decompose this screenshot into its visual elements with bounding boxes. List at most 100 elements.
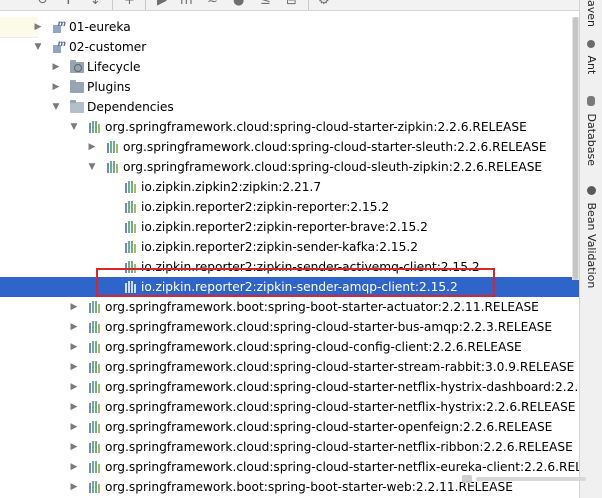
tree-scrollbar-thumb[interactable] — [573, 17, 578, 280]
tab-bean-validation[interactable]: Bean Validation — [582, 186, 600, 288]
dependency-row[interactable]: ▶ org.springframework.boot:spring-boot-st… — [0, 297, 580, 317]
expand-arrow-icon[interactable]: ▶ — [51, 57, 61, 77]
dependency-row[interactable]: io.zipkin.zipkin2:zipkin:2.21.7 — [0, 177, 580, 197]
library-icon — [124, 180, 138, 194]
expand-arrow-icon[interactable]: ▶ — [69, 477, 79, 497]
dependency-row[interactable]: ▶ org.springframework.cloud:spring-cloud-… — [0, 377, 580, 397]
dependency-row[interactable]: ▶ org.springframework.cloud:spring-cloud-… — [0, 417, 580, 437]
expand-arrow-icon[interactable]: ▶ — [69, 357, 79, 377]
tree-item-label: 02-customer — [69, 40, 147, 54]
module-row[interactable]: ▼ m 02-customer — [0, 37, 580, 57]
tree-item-label: 01-eureka — [69, 20, 131, 34]
library-icon — [88, 460, 102, 474]
library-icon — [88, 360, 102, 374]
tree-item-label: org.springframework.cloud:spring-cloud-c… — [105, 340, 522, 354]
tree-item-label: org.springframework.cloud:spring-cloud-s… — [105, 120, 527, 134]
ant-icon — [587, 40, 595, 48]
run-icon[interactable]: ▶ — [157, 0, 167, 8]
dependency-row[interactable]: ▶ org.springframework.cloud:spring-cloud-… — [0, 437, 580, 457]
maven-toolbar: ↻ ✛ ↧ + ▶ m ≈ ● ≤ ⊟ ⚙ — [0, 0, 580, 11]
expand-arrow-icon[interactable]: ▶ — [69, 397, 79, 417]
tree-item-label: Dependencies — [87, 100, 174, 114]
dependency-row[interactable]: io.zipkin.reporter2:zipkin-reporter:2.15… — [0, 197, 580, 217]
maven-goal-icon[interactable]: m — [180, 0, 193, 8]
dependency-row[interactable]: io.zipkin.reporter2:zipkin-sender-active… — [0, 257, 580, 277]
bean-validation-icon — [586, 186, 596, 195]
library-icon — [88, 320, 102, 334]
add-icon[interactable]: ✛ — [63, 0, 74, 8]
tab-ant-label: Ant — [585, 55, 598, 75]
tree-item-label: io.zipkin.zipkin2:zipkin:2.21.7 — [141, 180, 322, 194]
expand-arrow-icon[interactable]: ▶ — [69, 377, 79, 397]
dependency-row[interactable]: ▶ org.springframework.cloud:spring-cloud-… — [0, 137, 580, 157]
expand-arrow-icon[interactable]: ▶ — [87, 137, 97, 157]
tree-item-label: org.springframework.cloud:spring-cloud-s… — [105, 360, 575, 374]
maven-module-icon: m — [52, 20, 66, 34]
download-icon[interactable]: ↧ — [90, 0, 101, 8]
maven-project-tree[interactable]: ▶ m 01-eureka ▼ m 02-customer ▶ Lifecycle ▶ Plugi… — [0, 17, 580, 498]
dependency-row[interactable]: ▼ org.springframework.cloud:spring-cloud-… — [0, 157, 580, 177]
dependency-row[interactable]: ▶ org.springframework.cloud:spring-cloud-… — [0, 397, 580, 417]
dependency-row[interactable]: io.zipkin.reporter2:zipkin-reporter-brav… — [0, 217, 580, 237]
tree-item-label: io.zipkin.reporter2:zipkin-sender-active… — [141, 260, 480, 274]
library-icon — [88, 340, 102, 354]
dependency-row[interactable]: ▶ org.springframework.cloud:spring-cloud-… — [0, 337, 580, 357]
library-icon — [88, 120, 102, 134]
expand-arrow-icon[interactable]: ▶ — [69, 457, 79, 477]
dependency-row[interactable]: io.zipkin.reporter2:zipkin-sender-kafka:… — [0, 237, 580, 257]
dependency-row[interactable]: ▼ org.springframework.cloud:spring-cloud-… — [0, 117, 580, 137]
dependency-row[interactable]: ▶ org.springframework.cloud:spring-cloud-… — [0, 357, 580, 377]
wrench-icon[interactable]: ⚙ — [318, 0, 330, 8]
tree-item-label: io.zipkin.reporter2:zipkin-reporter-brav… — [141, 220, 428, 234]
tab-maven-label: aven — [585, 0, 598, 27]
tree-item-label: org.springframework.cloud:spring-cloud-s… — [105, 380, 580, 394]
maven-module-icon: m — [52, 40, 66, 54]
tree-item-label: io.zipkin.reporter2:zipkin-sender-kafka:… — [141, 240, 418, 254]
tree-item-label: org.springframework.cloud:spring-cloud-s… — [105, 440, 573, 454]
tree-item-label: org.springframework.cloud:spring-cloud-s… — [123, 160, 543, 174]
refresh-icon[interactable]: ↻ — [37, 0, 48, 8]
tab-database-label: Database — [585, 113, 598, 167]
expand-arrow-icon[interactable]: ▶ — [51, 77, 61, 97]
library-icon — [88, 420, 102, 434]
expand-arrow-icon[interactable]: ▶ — [69, 297, 79, 317]
tab-maven[interactable]: aven — [582, 0, 600, 27]
library-icon — [124, 260, 138, 274]
folder-row[interactable]: ▶ Plugins — [0, 77, 580, 97]
expand-arrow-icon[interactable]: ▶ — [69, 337, 79, 357]
library-icon — [88, 400, 102, 414]
collapse-arrow-icon[interactable]: ▼ — [51, 97, 61, 117]
folder-row[interactable]: ▼ Dependencies — [0, 97, 580, 117]
tab-ant[interactable]: Ant — [582, 40, 600, 74]
toggle-offline-icon[interactable]: ≈ — [207, 0, 218, 8]
show-dependencies-icon[interactable]: ≤ — [260, 0, 271, 8]
library-icon — [88, 440, 102, 454]
skip-tests-icon[interactable]: ● — [233, 0, 244, 8]
add-plus-icon[interactable]: + — [124, 0, 135, 8]
expand-arrow-icon[interactable]: ▶ — [69, 437, 79, 457]
collapse-icon[interactable]: ⊟ — [286, 0, 297, 8]
tree-item-label: Plugins — [87, 80, 131, 94]
watermark — [462, 475, 586, 483]
expand-arrow-icon[interactable]: ▶ — [33, 17, 43, 37]
tree-item-label: Lifecycle — [87, 60, 141, 74]
folder-icon — [70, 80, 84, 94]
expand-arrow-icon[interactable]: ▶ — [69, 417, 79, 437]
tree-item-label: org.springframework.boot:spring-boot-sta… — [105, 480, 513, 494]
folder-row[interactable]: ▶ Lifecycle — [0, 57, 580, 77]
dependency-row[interactable]: io.zipkin.reporter2:zipkin-sender-amqp-c… — [0, 277, 580, 297]
collapse-arrow-icon[interactable]: ▼ — [69, 117, 79, 137]
tab-database[interactable]: Database — [582, 96, 600, 166]
expand-arrow-icon[interactable]: ▶ — [69, 317, 79, 337]
module-row[interactable]: ▶ m 01-eureka — [0, 17, 580, 37]
tree-item-label: io.zipkin.reporter2:zipkin-reporter:2.15… — [141, 200, 390, 214]
tree-item-label: org.springframework.boot:spring-boot-sta… — [105, 300, 539, 314]
collapse-arrow-icon[interactable]: ▼ — [87, 157, 97, 177]
library-icon — [88, 300, 102, 314]
library-icon — [124, 280, 138, 294]
library-icon — [124, 220, 138, 234]
dependency-row[interactable]: ▶ org.springframework.cloud:spring-cloud-… — [0, 317, 580, 337]
lifecycle-folder-icon — [70, 60, 84, 74]
library-icon — [88, 480, 102, 494]
collapse-arrow-icon[interactable]: ▼ — [33, 37, 43, 57]
